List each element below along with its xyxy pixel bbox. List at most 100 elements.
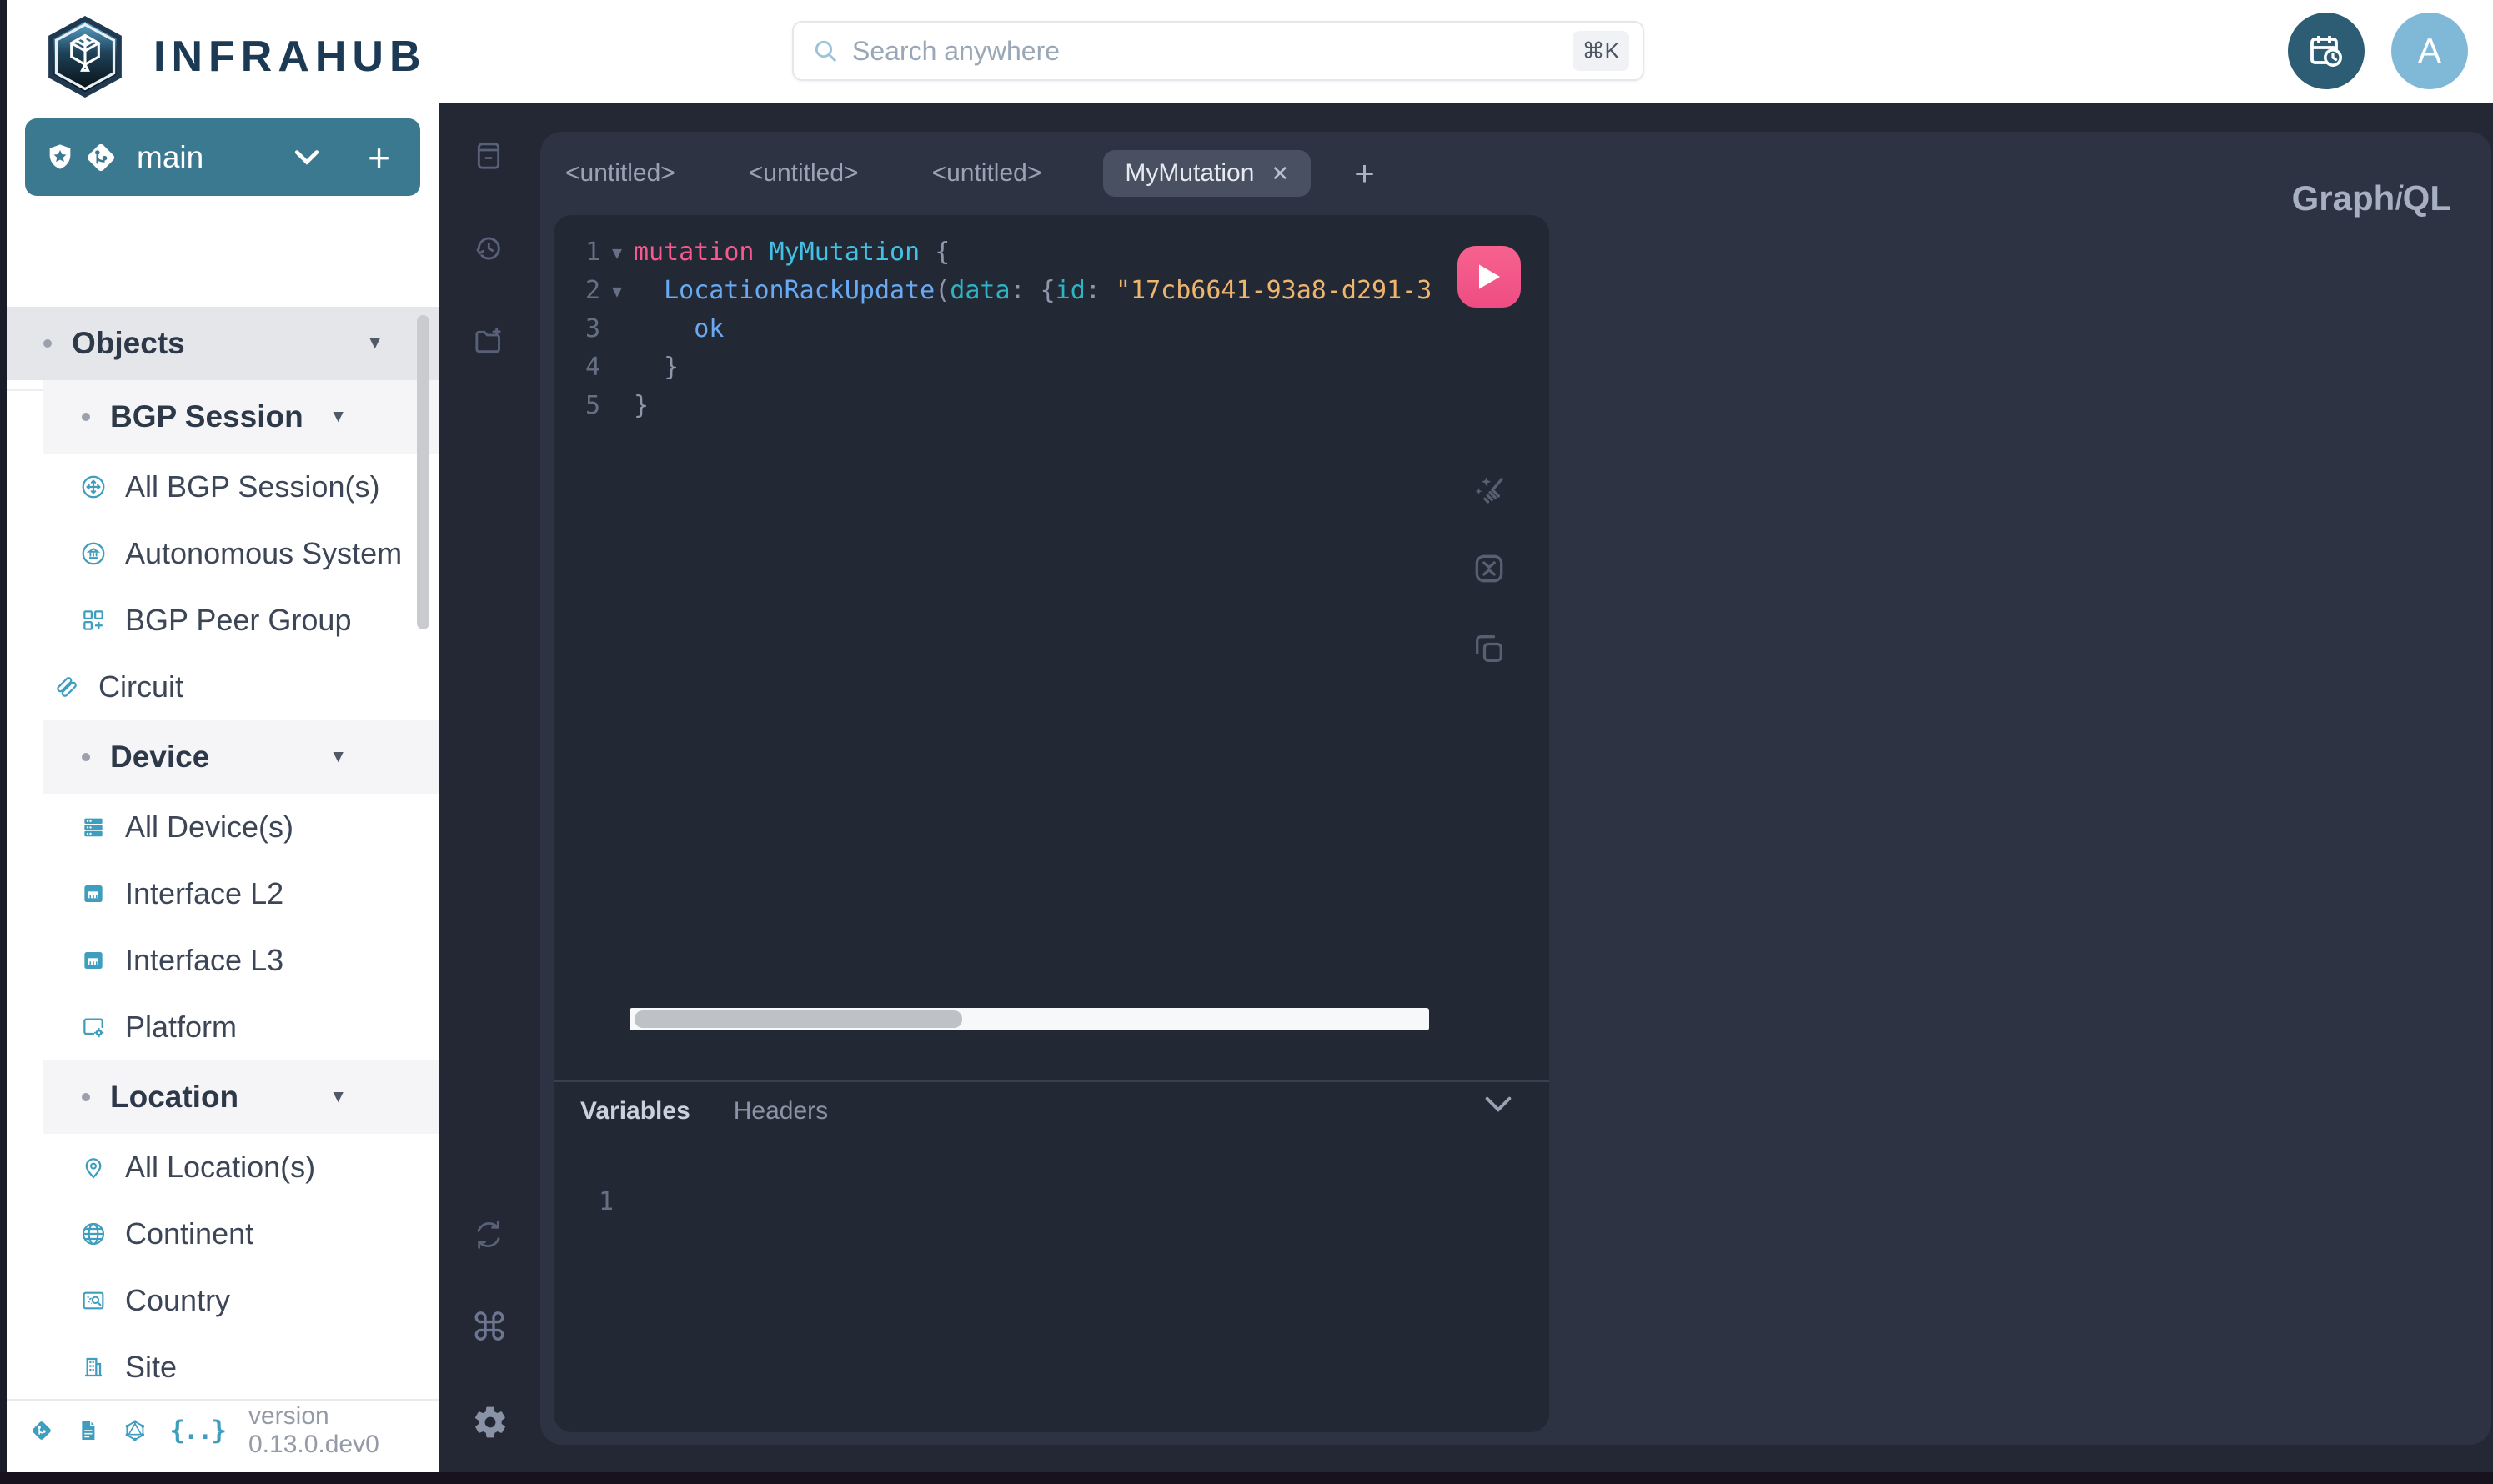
item-label: BGP Peer Group xyxy=(125,603,351,638)
graphiql-logo: GraphiQL xyxy=(2292,178,2451,218)
device-icon xyxy=(80,814,107,840)
merge-query-icon[interactable] xyxy=(1471,550,1507,587)
query-editor-pane[interactable]: 1▼mutation MyMutation { 2▼ LocationRackU… xyxy=(554,215,1549,1432)
sidebar-item-all-bgp-sessions[interactable]: All BGP Session(s) xyxy=(7,454,439,520)
code-line: 5} xyxy=(554,387,1549,425)
item-label: Site xyxy=(125,1350,177,1385)
item-label: Interface L2 xyxy=(125,876,283,911)
bgp-peer-group-icon xyxy=(80,607,107,634)
shortcuts-icon[interactable]: ⌘ xyxy=(470,1308,509,1346)
item-label: All Device(s) xyxy=(125,810,293,845)
item-label: Continent xyxy=(125,1216,253,1251)
bullet-icon xyxy=(43,339,52,348)
sidebar: INFRAHUB main + Se xyxy=(7,0,439,1472)
item-label: Country xyxy=(125,1283,230,1318)
sidebar-item-bgp-peer-group[interactable]: BGP Peer Group xyxy=(7,587,439,654)
scrollbar-thumb[interactable] xyxy=(635,1010,962,1028)
new-tab-button[interactable]: + xyxy=(1354,153,1375,193)
git-branch-icon xyxy=(83,140,118,175)
branch-name: main xyxy=(137,140,203,175)
tab-mymutation[interactable]: MyMutation ✕ xyxy=(1103,150,1311,197)
brand-logo[interactable]: INFRAHUB xyxy=(7,0,439,98)
interface-icon xyxy=(80,947,107,974)
tab-untitled-2[interactable]: <untitled> xyxy=(749,159,859,188)
globe-icon xyxy=(80,1221,107,1247)
variables-editor[interactable]: 1 xyxy=(599,1187,614,1216)
item-label: Autonomous System xyxy=(125,536,402,571)
branch-selector[interactable]: main + xyxy=(25,118,420,196)
docs-plugin-icon[interactable] xyxy=(472,139,505,173)
history-plugin-icon[interactable] xyxy=(472,232,505,265)
collapse-variables-icon[interactable] xyxy=(1484,1095,1512,1114)
sidebar-section-objects[interactable]: Objects ▼ xyxy=(7,307,439,380)
tab-untitled-3[interactable]: <untitled> xyxy=(932,159,1042,188)
item-label: Circuit xyxy=(98,669,183,704)
platform-icon xyxy=(80,1014,107,1040)
docs-icon[interactable] xyxy=(77,1416,100,1446)
chevron-down-icon: ▼ xyxy=(329,407,347,427)
topbar: Search anywhere ⌘K A xyxy=(439,0,2493,103)
tab-variables[interactable]: Variables xyxy=(580,1097,690,1126)
add-branch-button[interactable]: + xyxy=(368,138,390,177)
explorer-plugin-icon[interactable] xyxy=(472,325,505,358)
fold-arrow-icon[interactable]: ▼ xyxy=(600,233,634,272)
graphql-icon[interactable] xyxy=(123,1416,147,1446)
code-line: 3 ok xyxy=(554,310,1549,348)
avatar[interactable]: A xyxy=(2391,13,2468,89)
chevron-down-icon: ▼ xyxy=(366,333,384,353)
sidebar-item-platform[interactable]: Platform xyxy=(7,994,439,1060)
sidebar-item-all-locations[interactable]: All Location(s) xyxy=(7,1134,439,1201)
sidebar-section-device[interactable]: Device ▼ xyxy=(43,720,439,794)
git-icon[interactable] xyxy=(30,1416,53,1446)
search-placeholder: Search anywhere xyxy=(852,36,1060,67)
fold-arrow-icon[interactable]: ▼ xyxy=(600,272,634,310)
bullet-icon xyxy=(82,1093,90,1101)
version-label: version 0.13.0.dev0 xyxy=(248,1402,439,1459)
settings-gear-icon[interactable] xyxy=(472,1404,509,1441)
sidebar-item-all-devices[interactable]: All Device(s) xyxy=(7,794,439,860)
sidebar-item-continent[interactable]: Continent xyxy=(7,1201,439,1267)
prettify-icon[interactable] xyxy=(1471,472,1507,509)
main-canvas: ⌘ <untitled> <untitled> <untitled> MyMut… xyxy=(439,103,2493,1484)
swagger-braces-icon[interactable]: {..} xyxy=(169,1416,225,1446)
section-label: Location xyxy=(110,1080,238,1115)
sidebar-item-country[interactable]: Country xyxy=(7,1267,439,1334)
sidebar-item-site[interactable]: Site xyxy=(7,1334,439,1401)
sidebar-section-location[interactable]: Location ▼ xyxy=(43,1060,439,1134)
bgp-session-icon xyxy=(80,474,107,500)
sidebar-item-interface-l2[interactable]: Interface L2 xyxy=(7,860,439,927)
time-travel-button[interactable] xyxy=(2288,13,2365,89)
global-search-input[interactable]: Search anywhere ⌘K xyxy=(792,21,1644,81)
query-editor[interactable]: 1▼mutation MyMutation { 2▼ LocationRackU… xyxy=(554,215,1549,425)
tab-headers[interactable]: Headers xyxy=(734,1097,828,1126)
infrahub-logo-icon xyxy=(38,16,132,98)
sidebar-item-circuit[interactable]: Circuit xyxy=(7,654,439,720)
item-label: Platform xyxy=(125,1010,237,1045)
refetch-schema-icon[interactable] xyxy=(472,1218,505,1251)
variables-header: Variables Headers xyxy=(580,1084,828,1139)
execute-query-button[interactable] xyxy=(1457,246,1521,308)
sidebar-scrollbar[interactable] xyxy=(417,315,429,629)
close-tab-icon[interactable]: ✕ xyxy=(1271,161,1289,187)
section-label: BGP Session xyxy=(110,399,303,434)
copy-query-icon[interactable] xyxy=(1471,630,1507,667)
interface-icon xyxy=(80,880,107,907)
item-label: All Location(s) xyxy=(125,1150,315,1185)
variables-divider xyxy=(554,1080,1549,1082)
sidebar-item-interface-l3[interactable]: Interface L3 xyxy=(7,927,439,994)
chevron-down-icon xyxy=(294,149,319,166)
search-icon xyxy=(812,38,839,64)
building-icon xyxy=(80,1354,107,1381)
sidebar-item-autonomous-system[interactable]: Autonomous System xyxy=(7,520,439,587)
tab-label: MyMutation xyxy=(1125,159,1254,188)
sidebar-nav: Objects ▼ BGP Session ▼ All BGP Session( xyxy=(7,307,439,1401)
avatar-initial: A xyxy=(2418,31,2441,71)
code-line: 4 } xyxy=(554,348,1549,387)
tab-untitled-1[interactable]: <untitled> xyxy=(565,159,675,188)
editor-horizontal-scrollbar[interactable] xyxy=(630,1008,1429,1030)
chevron-down-icon: ▼ xyxy=(329,1087,347,1107)
section-label: Objects xyxy=(72,326,185,361)
item-label: All BGP Session(s) xyxy=(125,469,379,504)
calendar-clock-icon xyxy=(2306,31,2346,71)
sidebar-section-bgp-session[interactable]: BGP Session ▼ xyxy=(43,380,439,454)
